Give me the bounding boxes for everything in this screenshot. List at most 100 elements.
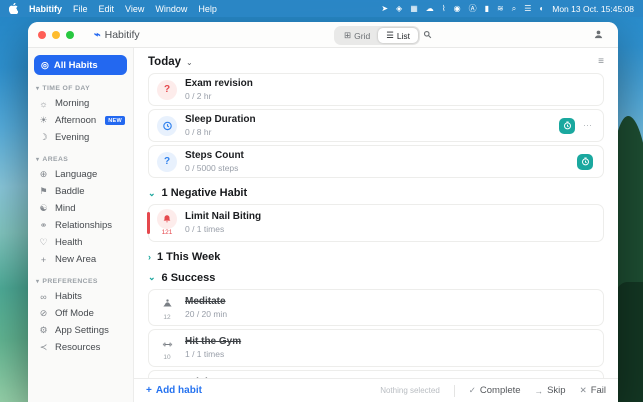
- wifi-icon[interactable]: ≋: [497, 4, 504, 13]
- app-a-icon[interactable]: Ⓐ: [469, 3, 477, 14]
- menubar-menus: Habitify File Edit View Window Help: [9, 3, 217, 14]
- habit-row-exam-revision[interactable]: ? Exam revision 0 / 2 hr: [148, 73, 604, 106]
- habit-row-drink-water[interactable]: 10 Drink water 2000 / 2000 ml: [147, 369, 604, 378]
- question-mark-icon: ?: [157, 79, 177, 100]
- section-negative-habit[interactable]: ⌄ 1 Negative Habit: [148, 187, 604, 199]
- sidebar-section-areas[interactable]: ▾ AREAS: [36, 156, 125, 163]
- sidebar-item-new-area[interactable]: + New Area: [34, 251, 127, 268]
- menubar-help-menu[interactable]: Help: [198, 4, 217, 14]
- main-toolbar: Today ⌄ ≡: [134, 48, 618, 73]
- skip-label: Skip: [547, 385, 566, 396]
- battery-icon[interactable]: ▮: [485, 4, 489, 13]
- menubar-view-menu[interactable]: View: [125, 4, 144, 14]
- habit-row-sleep-duration[interactable]: Sleep Duration 0 / 8 hr ⋯: [148, 109, 604, 142]
- location-icon[interactable]: ◉: [454, 4, 461, 13]
- sidebar-item-evening[interactable]: ☽ Evening: [34, 129, 127, 146]
- menubar-clock[interactable]: Mon 13 Oct. 15:45:08: [552, 4, 634, 14]
- menubar-window-menu[interactable]: Window: [155, 4, 187, 14]
- check-icon: ✓: [468, 385, 476, 395]
- sidebar-item-habits[interactable]: ∞ Habits: [34, 288, 127, 305]
- search-button[interactable]: [423, 30, 432, 39]
- section-this-week[interactable]: › 1 This Week: [148, 251, 604, 263]
- macos-menubar: Habitify File Edit View Window Help ➤ ◈ …: [0, 0, 643, 17]
- sidebar-section-time-of-day[interactable]: ▾ TIME OF DAY: [36, 85, 125, 92]
- start-timer-button[interactable]: [577, 153, 593, 170]
- menubar-edit-menu[interactable]: Edit: [99, 4, 115, 14]
- list-view-label: List: [396, 30, 411, 41]
- habit-row-hit-the-gym[interactable]: 10 Hit the Gym 1 / 1 times: [148, 329, 604, 367]
- skip-button[interactable]: → Skip: [535, 385, 566, 396]
- habit-actions: [577, 153, 593, 170]
- grid-view-label: Grid: [354, 30, 371, 41]
- sidebar-item-mind[interactable]: ☯ Mind: [34, 200, 127, 217]
- sidebar-item-relationships[interactable]: ⚭ Relationships: [34, 217, 127, 234]
- x-icon: ✕: [579, 385, 587, 395]
- habit-actions: ⋯: [559, 117, 593, 134]
- habit-progress: 0 / 5000 steps: [185, 163, 239, 173]
- more-options-icon[interactable]: ⋯: [583, 120, 593, 131]
- grid-view-button[interactable]: ⊞ Grid: [336, 28, 378, 43]
- habit-row-steps-count[interactable]: ? Steps Count 0 / 5000 steps: [148, 145, 604, 178]
- chevron-down-icon: ▾: [36, 86, 40, 92]
- sidebar-section-preferences[interactable]: ▾ PREFERENCES: [36, 278, 125, 285]
- weather-cloud-icon[interactable]: ☁: [426, 4, 434, 13]
- shield-icon[interactable]: ◈: [396, 4, 402, 13]
- habit-row-meditate[interactable]: 12 Meditate 20 / 20 min: [148, 288, 604, 326]
- spotlight-icon[interactable]: ⌕: [512, 4, 516, 14]
- sidebar-item-label: Morning: [55, 98, 90, 109]
- sidebar-item-baddle[interactable]: ⚑ Baddle: [34, 183, 127, 200]
- dongle-icon[interactable]: ⌇: [442, 4, 446, 13]
- apple-logo-icon[interactable]: [9, 3, 18, 14]
- sidebar-item-morning[interactable]: ☼ Morning: [34, 95, 127, 112]
- fail-button[interactable]: ✕ Fail: [580, 385, 606, 396]
- sidebar-item-all-habits[interactable]: ◎ All Habits: [34, 55, 127, 75]
- zoom-window-button[interactable]: [66, 30, 74, 39]
- cursor-icon[interactable]: ➤: [381, 4, 388, 13]
- sidebar-item-language[interactable]: ⊕ Language: [34, 166, 127, 183]
- siri-icon[interactable]: ◐: [539, 4, 544, 13]
- habit-icon-wrap: 10: [157, 334, 177, 362]
- search-icon: [423, 30, 432, 39]
- habit-icon-wrap: 121: [157, 209, 177, 237]
- habit-title: Limit Nail Biting: [185, 211, 262, 223]
- habit-texts: Limit Nail Biting 0 / 1 times: [185, 211, 261, 234]
- chevron-down-icon[interactable]: ⌄: [186, 58, 193, 67]
- sidebar-item-afternoon[interactable]: ☀ Afternoon NEW: [34, 112, 127, 129]
- sidebar-item-health[interactable]: ♡ Health: [34, 234, 127, 251]
- habit-icon-wrap: 12: [157, 294, 177, 322]
- list-view-button[interactable]: ☰ List: [378, 28, 419, 43]
- add-habit-button[interactable]: + Add habit: [146, 385, 202, 396]
- menubar-app-menu[interactable]: Habitify: [29, 4, 62, 14]
- window-titlebar: ⌁ Habitify ⊞ Grid ☰ List: [28, 22, 618, 48]
- habit-texts: Meditate 20 / 20 min: [185, 296, 227, 319]
- sort-filter-icon[interactable]: ≡: [598, 57, 604, 67]
- habit-icon-wrap: ?: [157, 79, 177, 100]
- complete-button[interactable]: ✓ Complete: [469, 385, 521, 396]
- minimize-window-button[interactable]: [52, 30, 60, 39]
- habit-row-limit-nail-biting[interactable]: 121 Limit Nail Biting 0 / 1 times: [147, 204, 604, 242]
- group-title[interactable]: Today: [148, 56, 181, 68]
- habit-progress: 0 / 2 hr: [185, 91, 212, 101]
- sidebar-item-resources[interactable]: ≺ Resources: [34, 339, 127, 356]
- sidebar-item-off-mode[interactable]: ⊘ Off Mode: [34, 305, 127, 322]
- heart-icon: ♡: [39, 237, 48, 247]
- habitify-logo-icon: ⌁: [94, 29, 101, 41]
- grid-icon: ⊞: [344, 30, 352, 40]
- people-icon: ⚭: [39, 220, 48, 230]
- plus-icon: +: [40, 254, 47, 265]
- section-success[interactable]: ⌄ 6 Success: [148, 272, 604, 284]
- app-brand: ⌁ Habitify: [94, 28, 140, 42]
- clock-icon: [157, 115, 177, 136]
- account-button[interactable]: [593, 29, 604, 40]
- gear-icon: ⚙: [39, 325, 48, 335]
- share-icon: ≺: [39, 342, 48, 352]
- sidebar-item-app-settings[interactable]: ⚙ App Settings: [34, 322, 127, 339]
- meditate-icon: [157, 294, 177, 314]
- start-timer-button[interactable]: [559, 117, 575, 134]
- keyboard-icon[interactable]: ▦: [410, 4, 418, 13]
- control-center-icon[interactable]: ☰: [524, 4, 531, 13]
- bell-icon: [157, 209, 177, 229]
- close-window-button[interactable]: [38, 30, 46, 39]
- menubar-file-menu[interactable]: File: [73, 4, 88, 14]
- habit-streak: 10: [163, 354, 171, 361]
